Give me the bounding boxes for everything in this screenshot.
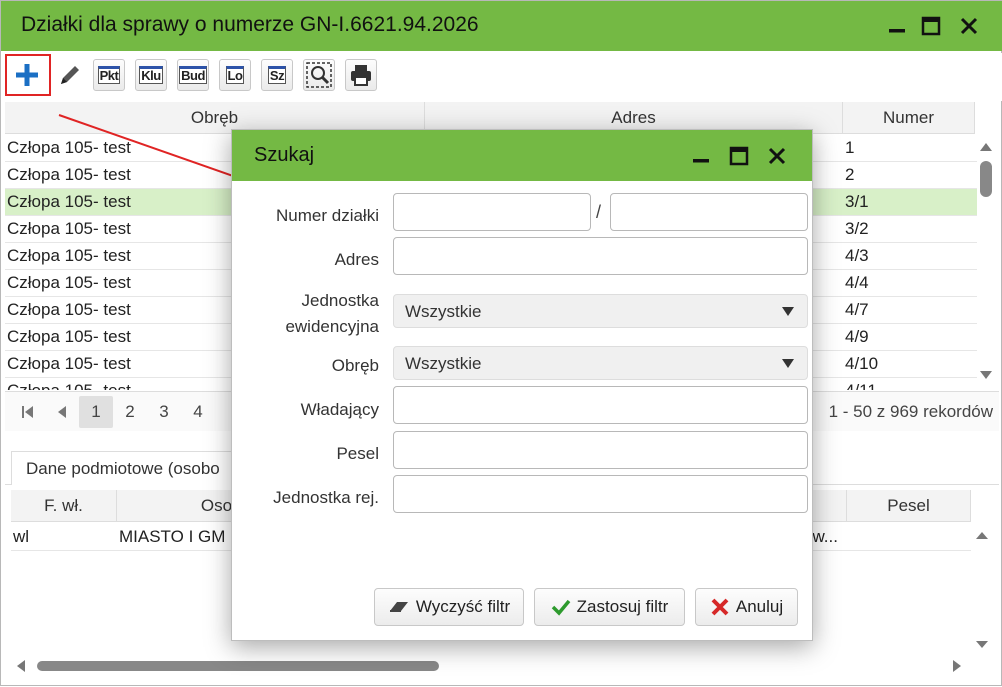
jednostka-value: Wszystkie <box>405 302 482 321</box>
eraser-icon <box>389 602 408 612</box>
dialog-minimize-button[interactable] <box>684 140 718 172</box>
dialog-title-bar: Szukaj <box>232 130 812 181</box>
label-wladajacy: Władający <box>300 400 379 419</box>
numer-dzialki-input-2[interactable] <box>610 193 808 231</box>
jednostka-select[interactable]: Wszystkie <box>393 294 808 328</box>
numer-dzialki-input[interactable] <box>393 193 591 231</box>
numer-separator: / <box>596 202 602 222</box>
cancel-button[interactable]: Anuluj <box>695 588 798 626</box>
wladajacy-input[interactable] <box>393 386 808 424</box>
label-jednostka: Jednostka ewidencyjna <box>285 291 379 336</box>
minimize-icon <box>693 159 709 163</box>
label-jednostka-rej: Jednostka rej. <box>273 488 379 507</box>
dialog-close-button[interactable] <box>760 140 794 172</box>
cancel-label: Anuluj <box>735 597 784 616</box>
search-dialog: Szukaj Numer działki / Adres Jednostka e… <box>231 129 813 641</box>
dialog-maximize-button[interactable] <box>722 140 756 172</box>
clear-filter-button[interactable]: Wyczyść filtr <box>374 588 524 626</box>
apply-filter-button[interactable]: Zastosuj filtr <box>534 588 685 626</box>
checkmark-icon <box>551 599 571 616</box>
jednostka-rej-input[interactable] <box>393 475 808 513</box>
dialog-title: Szukaj <box>254 144 315 166</box>
close-icon <box>768 147 786 165</box>
main-window: Działki dla sprawy o numerze GN-I.6621.9… <box>0 0 1002 686</box>
label-numer-dzialki: Numer działki <box>276 206 379 225</box>
x-icon <box>711 598 729 616</box>
label-obreb: Obręb <box>331 356 379 375</box>
pesel-input[interactable] <box>393 431 808 469</box>
chevron-down-icon <box>782 307 794 316</box>
maximize-icon <box>729 146 749 166</box>
label-pesel: Pesel <box>336 444 379 463</box>
chevron-down-icon <box>782 359 794 368</box>
obreb-select[interactable]: Wszystkie <box>393 346 808 380</box>
label-adres: Adres <box>334 250 379 269</box>
obreb-value: Wszystkie <box>405 354 482 373</box>
apply-filter-label: Zastosuj filtr <box>576 597 669 616</box>
clear-filter-label: Wyczyść filtr <box>415 597 511 616</box>
adres-input[interactable] <box>393 237 808 275</box>
